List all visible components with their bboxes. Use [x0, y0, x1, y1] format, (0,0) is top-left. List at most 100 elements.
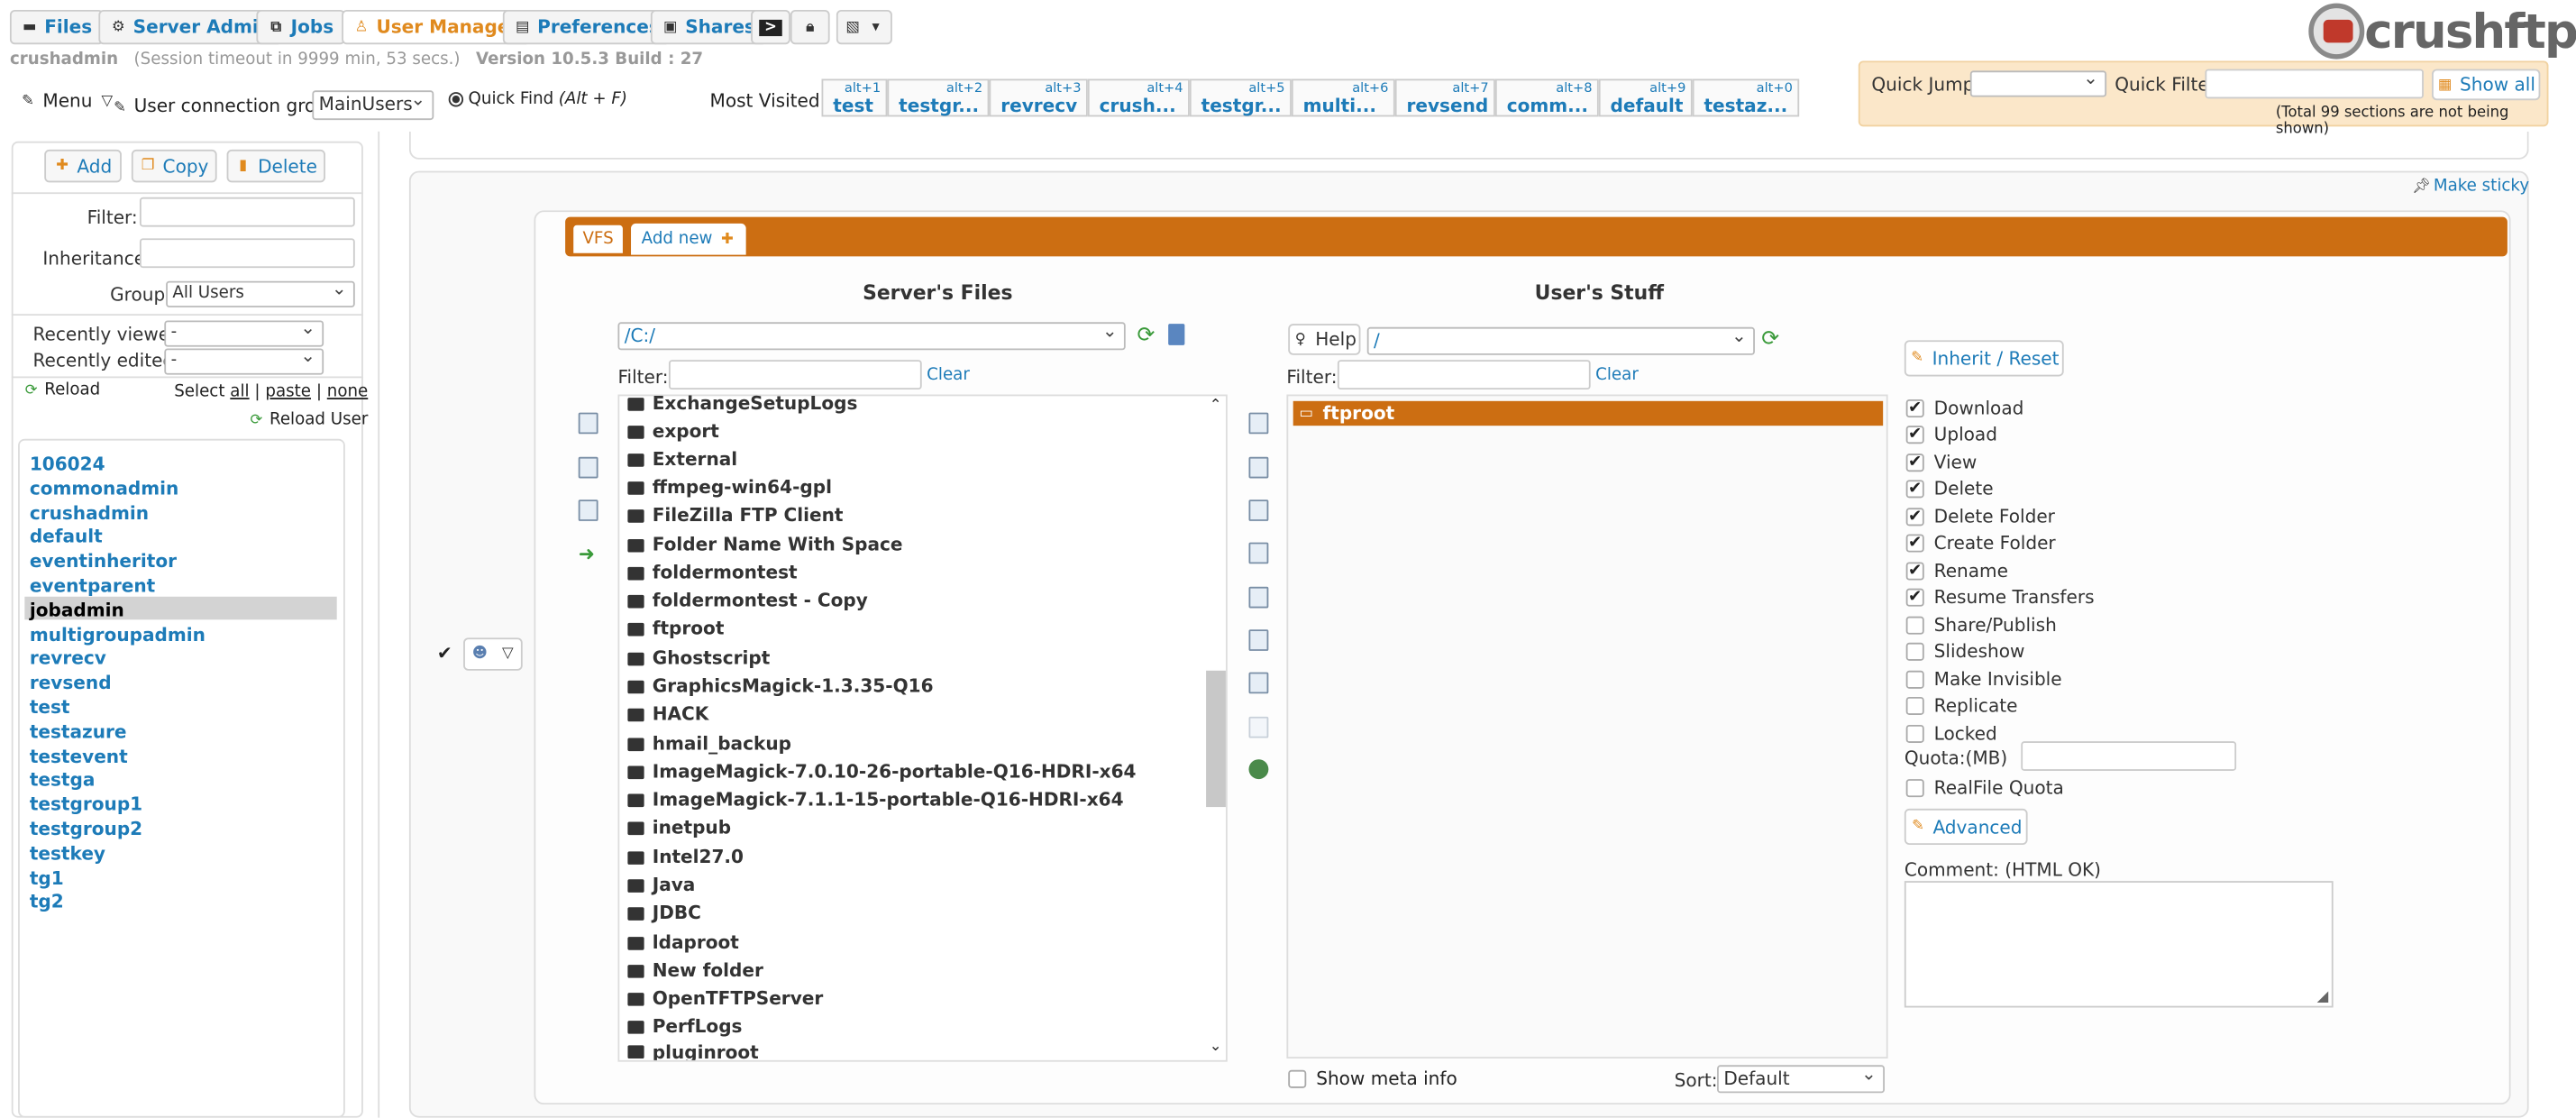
list-item[interactable]: commonadmin — [30, 478, 178, 499]
delete-user-button[interactable]: ▮ Delete — [226, 149, 325, 183]
list-item[interactable]: eventinheritor — [30, 551, 177, 573]
list-item[interactable]: inetpub — [627, 817, 731, 838]
most-visited-item[interactable]: alt+6 multi... — [1291, 78, 1395, 117]
most-visited-item[interactable]: alt+4 crush... — [1087, 78, 1190, 117]
list-item[interactable]: revsend — [30, 673, 112, 694]
list-item[interactable]: multigroupadmin — [30, 625, 206, 646]
quick-filter-input[interactable] — [2205, 69, 2424, 99]
list-item[interactable]: testazure — [30, 721, 127, 743]
check-icon[interactable]: ✔ — [437, 643, 452, 664]
list-item[interactable]: PerfLogs — [627, 1016, 743, 1037]
list-item[interactable]: Ghostscript — [627, 647, 770, 669]
list-item[interactable]: New folder — [627, 960, 763, 981]
save-icon[interactable] — [1248, 672, 1269, 694]
list-item[interactable]: OpenTFTPServer — [627, 988, 823, 1009]
list-item[interactable]: ftproot — [627, 618, 724, 639]
tab-jobs[interactable]: ⧉ Jobs — [256, 9, 345, 45]
list-item[interactable]: default — [30, 526, 103, 547]
most-visited-item[interactable]: alt+0 testaz... — [1692, 78, 1800, 117]
perm-view[interactable]: ✔ View — [1905, 452, 1977, 473]
book-icon[interactable] — [1168, 324, 1185, 345]
tab-vfs[interactable]: VFS — [571, 223, 625, 255]
paste-link[interactable]: paste — [265, 383, 311, 401]
add-new-tab[interactable]: Add new ✚ — [631, 223, 746, 255]
recently-edited-select[interactable]: - — [164, 345, 324, 375]
perm-replicate[interactable]: Replicate — [1905, 695, 2017, 717]
list-item[interactable]: testgroup1 — [30, 794, 142, 816]
refresh-icon[interactable]: ⟳ — [1761, 327, 1779, 352]
most-visited-item[interactable]: alt+2 testgr... — [887, 78, 990, 117]
list-item[interactable]: Java — [627, 875, 695, 896]
tab-files[interactable]: ▬ Files — [9, 9, 104, 45]
rename-icon[interactable] — [1248, 499, 1269, 521]
list-item[interactable]: crushadmin — [30, 503, 149, 525]
tab-server-admin[interactable]: ⚙ Server Admin — [98, 9, 283, 45]
list-item[interactable]: pluginroot — [627, 1044, 759, 1060]
vfs-item-ftproot[interactable]: ▭ ftproot — [1293, 400, 1884, 426]
list-item[interactable]: Folder Name With Space — [627, 534, 903, 555]
delete-icon[interactable] — [1248, 629, 1269, 651]
lock-button[interactable]: 🔒︎ — [790, 9, 830, 45]
list-item[interactable]: HACK — [627, 703, 708, 725]
user-filter-input[interactable] — [139, 197, 355, 227]
scrollbar-thumb[interactable] — [1206, 670, 1226, 808]
tab-shares[interactable]: ▣ Shares — [650, 9, 767, 45]
quick-find-button[interactable]: ● Quick Find (Alt + F) — [448, 90, 627, 108]
connection-group-select[interactable]: MainUsers — [312, 87, 434, 121]
tab-user-manager[interactable]: ♙ User Manager — [342, 9, 531, 45]
globe-icon[interactable] — [1248, 759, 1269, 780]
comment-textarea[interactable]: ◢ — [1904, 881, 2334, 1008]
list-item[interactable]: ExchangeSetupLogs — [627, 393, 857, 414]
list-item[interactable]: External — [627, 449, 737, 470]
realfile-quota-checkbox[interactable]: RealFile Quota — [1905, 777, 2064, 799]
recently-viewed-select[interactable]: - — [164, 317, 324, 347]
terminal-button[interactable]: > — [751, 9, 790, 45]
perm-locked[interactable]: Locked — [1905, 723, 1997, 745]
perm-make-invisible[interactable]: Make Invisible — [1905, 669, 2062, 691]
list-item[interactable]: ffmpeg-win64-gpl — [627, 477, 832, 498]
group-select[interactable]: All Users — [166, 278, 355, 307]
perm-upload[interactable]: ✔ Upload — [1905, 424, 1997, 445]
paste-icon[interactable] — [1248, 716, 1269, 738]
user-filter-clear[interactable]: Clear — [1595, 367, 1639, 385]
list-item[interactable]: revrecv — [30, 647, 106, 669]
help-button[interactable]: ♀ Help — [1288, 324, 1361, 355]
copy-user-button[interactable]: ❐ Copy — [131, 149, 217, 183]
list-item[interactable]: GraphicsMagick-1.3.35-Q16 — [627, 675, 934, 697]
most-visited-item[interactable]: alt+9 default — [1598, 78, 1693, 117]
perm-share-publish[interactable]: Share/Publish — [1905, 615, 2057, 637]
list-item[interactable]: ImageMagick-7.1.1-15-portable-Q16-HDRI-x… — [627, 789, 1124, 811]
user-filter-input[interactable] — [1337, 360, 1591, 390]
resize-handle-icon[interactable]: ◢ — [2317, 989, 2329, 1005]
list-item[interactable]: test — [30, 697, 70, 719]
list-item[interactable]: tg1 — [30, 868, 64, 890]
add-file-icon[interactable] — [578, 412, 598, 435]
most-visited-item[interactable]: alt+1 test — [821, 78, 888, 117]
most-visited-item[interactable]: alt+3 revrecv — [989, 78, 1088, 117]
list-item[interactable]: testgroup2 — [30, 819, 142, 840]
list-item[interactable]: ImageMagick-7.0.10-26-portable-Q16-HDRI-… — [627, 761, 1137, 783]
list-item[interactable]: testkey — [30, 843, 105, 865]
quota-input[interactable] — [2021, 741, 2237, 771]
arrow-right-icon[interactable]: ➜ — [579, 543, 595, 566]
list-item[interactable]: 106024 — [30, 454, 105, 475]
most-visited-item[interactable]: alt+5 testgr... — [1189, 78, 1292, 117]
tab-preferences[interactable]: ▤ Preferences — [502, 9, 671, 45]
scroll-down-icon[interactable]: ⌄ — [1210, 1039, 1222, 1055]
list-item[interactable]: foldermontest — [627, 562, 798, 583]
list-item[interactable]: testevent — [30, 747, 128, 768]
quick-jump-select[interactable] — [1969, 68, 2107, 97]
edit-icon[interactable] — [1248, 586, 1269, 609]
sort-select[interactable]: Default — [1717, 1062, 1885, 1094]
remove-file-icon[interactable] — [578, 499, 598, 521]
list-item[interactable]: hmail_backup — [627, 733, 791, 755]
perm-download[interactable]: ✔ Download — [1905, 398, 2023, 419]
reload-user-button[interactable]: ⟳ Reload User — [248, 411, 368, 429]
list-item[interactable]: JDBC — [627, 903, 701, 924]
select-all-link[interactable]: all — [230, 383, 249, 401]
most-visited-item[interactable]: alt+8 comm... — [1494, 78, 1599, 117]
user-path-select[interactable]: / — [1366, 324, 1755, 355]
advanced-button[interactable]: ✎ Advanced — [1904, 808, 2028, 846]
server-path-select[interactable]: /C:/ — [617, 319, 1126, 351]
perm-delete-folder[interactable]: ✔ Delete Folder — [1905, 506, 2055, 527]
